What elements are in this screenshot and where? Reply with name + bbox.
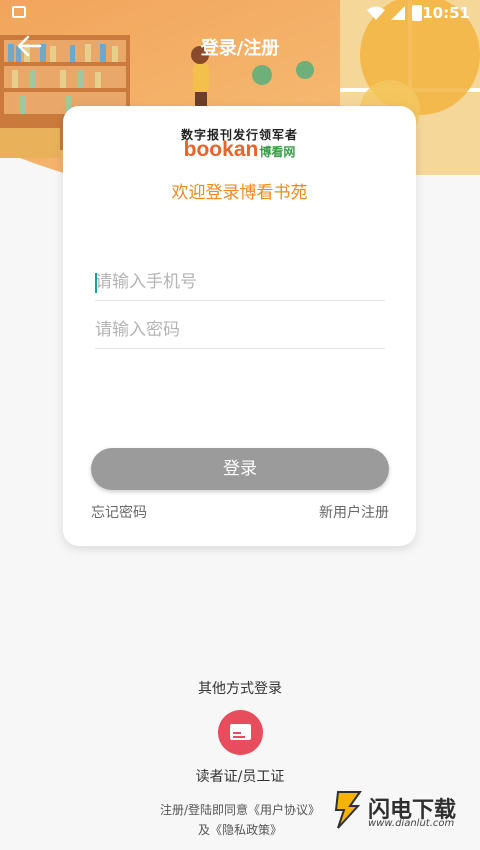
reader-card-login-button[interactable] [218, 710, 263, 755]
lightning-logo-icon [334, 791, 362, 829]
register-link[interactable]: 新用户注册 [319, 502, 389, 522]
battery-icon [412, 5, 422, 21]
login-card: 数字报刊发行领军者 bookan博看网 欢迎登录博看书苑 登录 忘记密码 新用户… [63, 106, 416, 546]
status-time: 10:51 [422, 4, 470, 22]
login-button[interactable]: 登录 [91, 448, 389, 490]
forgot-password-link[interactable]: 忘记密码 [91, 502, 147, 522]
status-bar: 10:51 [0, 0, 480, 26]
image-notification-icon [12, 6, 26, 18]
watermark-url: www.dianlut.com [368, 818, 455, 829]
password-field [95, 314, 385, 349]
watermark: 闪电下载 www.dianlut.com [332, 790, 472, 836]
id-card-icon [230, 724, 251, 740]
password-input[interactable] [95, 314, 385, 346]
page-title: 登录/注册 [200, 38, 280, 59]
bookan-logo: bookan博看网 [63, 138, 416, 162]
logo-brand-text: bookan [183, 138, 259, 161]
welcome-text: 欢迎登录博看书苑 [171, 183, 308, 203]
phone-input[interactable] [95, 266, 385, 298]
other-login-title: 其他方式登录 [198, 681, 282, 697]
reader-card-login-label[interactable]: 读者证/员工证 [0, 766, 480, 786]
phone-field [95, 266, 385, 301]
wifi-icon [367, 6, 385, 20]
cellular-signal-icon [391, 6, 405, 20]
logo-brand-cn-text: 博看网 [259, 145, 296, 159]
